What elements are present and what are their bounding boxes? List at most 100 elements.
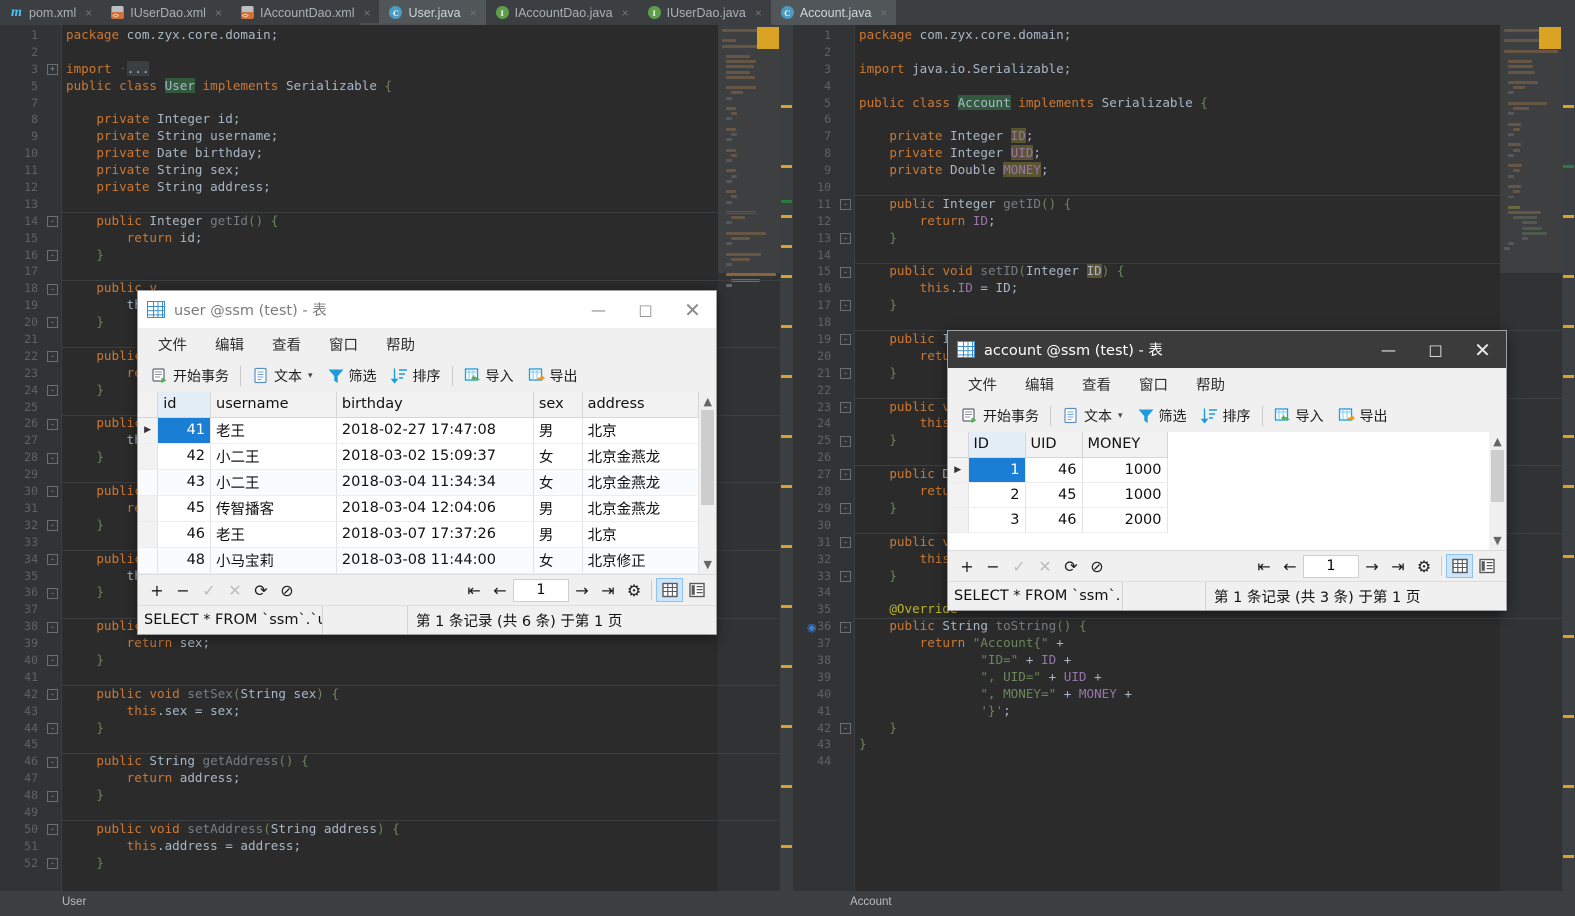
tab-close-icon[interactable]: × [755, 6, 762, 20]
code-line[interactable]: '}'; [855, 703, 1575, 720]
menu-item-4[interactable]: 帮助 [372, 334, 429, 355]
cell-username[interactable]: 传智播客 [210, 495, 337, 522]
cell-birthday[interactable]: 2018-03-07 17:37:26 [336, 521, 534, 548]
fold-collapse-icon[interactable]: - [840, 570, 851, 582]
code-line[interactable]: private Double MONEY; [855, 162, 1575, 179]
fold-collapse-icon[interactable]: - [840, 232, 851, 244]
tab-close-icon[interactable]: × [622, 6, 629, 20]
fold-collapse-icon[interactable]: - [840, 435, 851, 447]
cell-birthday[interactable]: 2018-03-04 11:34:34 [336, 469, 534, 496]
file-status-marker[interactable] [757, 27, 779, 49]
fold-expand-icon[interactable]: + [47, 63, 58, 75]
fold-collapse-icon[interactable]: - [840, 300, 851, 312]
code-line[interactable] [62, 95, 793, 112]
fold-collapse-icon[interactable]: - [47, 418, 58, 430]
column-header-id[interactable]: id [157, 392, 212, 418]
scroll-marker[interactable] [781, 325, 792, 328]
code-line[interactable]: } [62, 855, 793, 872]
chevron-down-icon[interactable]: ▾ [1118, 411, 1123, 421]
grid-view-toggle[interactable] [1446, 554, 1473, 578]
row-marker[interactable] [138, 443, 159, 470]
toolbar-filter[interactable]: 筛选 [1130, 406, 1194, 426]
editor-tab-user-java[interactable]: C User.java × [379, 0, 486, 25]
column-header-username[interactable]: username [210, 392, 337, 418]
tab-close-icon[interactable]: × [363, 6, 370, 20]
row-marker[interactable] [948, 507, 969, 533]
code-line[interactable]: public String toString() { [855, 618, 1575, 635]
scroll-marker[interactable] [1563, 435, 1574, 438]
cell-id[interactable]: 45 [157, 495, 212, 522]
code-line[interactable]: } [62, 720, 793, 737]
table-row[interactable]: 2 45 1000 [948, 482, 1168, 508]
grid-view-toggle[interactable] [656, 578, 683, 602]
window-controls-user[interactable]: — □ ✕ [575, 291, 716, 328]
code-line[interactable]: import java.io.Serializable; [855, 61, 1575, 78]
breadcrumb-user[interactable]: User [62, 896, 86, 908]
cell-ID[interactable]: 1 [968, 457, 1026, 483]
scroll-down-arrow[interactable]: ▼ [703, 558, 711, 571]
scroll-marker[interactable] [781, 165, 792, 168]
fold-collapse-icon[interactable]: - [47, 722, 58, 734]
cell-UID[interactable]: 45 [1025, 482, 1083, 508]
row-marker[interactable] [138, 521, 159, 548]
menu-item-0[interactable]: 文件 [144, 334, 201, 355]
cell-sex[interactable]: 女 [533, 443, 583, 470]
last-page-button[interactable]: ⇥ [1385, 557, 1411, 576]
row-marker[interactable] [138, 547, 159, 574]
fold-collapse-icon[interactable]: - [47, 249, 58, 261]
cell-ID[interactable]: 2 [968, 482, 1026, 508]
cell-birthday[interactable]: 2018-02-27 17:47:08 [336, 417, 534, 444]
fold-collapse-icon[interactable]: - [840, 722, 851, 734]
scroll-marker-modified[interactable] [1563, 165, 1574, 168]
scroll-marker[interactable] [781, 605, 792, 608]
fold-collapse-icon[interactable]: - [47, 621, 58, 633]
toolbar-text[interactable]: 文本 ▾ [1055, 406, 1130, 426]
scroll-up-arrow[interactable]: ▲ [1493, 435, 1501, 448]
code-line[interactable]: ", UID=" + UID + [855, 669, 1575, 686]
code-minimap-left[interactable] [718, 25, 780, 891]
row-marker[interactable]: ▶ [948, 457, 969, 483]
toolbar-account[interactable]: 开始事务 文本 ▾ 筛选 排序 导入 导出 [948, 400, 1506, 432]
toolbar-sort[interactable]: 排序 [1194, 406, 1258, 426]
scroll-marker-modified[interactable] [781, 200, 792, 203]
code-line[interactable]: } [855, 230, 1575, 247]
maximize-button-user[interactable]: □ [622, 291, 669, 328]
menu-item-4[interactable]: 帮助 [1182, 374, 1239, 395]
code-line[interactable] [62, 736, 793, 753]
fold-collapse-icon[interactable]: - [47, 351, 58, 363]
code-line[interactable]: } [855, 736, 1575, 753]
navicat-window-account[interactable]: account @ssm (test) - 表 — □ ✕ 文件 编辑 查看 窗口 帮助… [947, 330, 1507, 611]
tab-close-icon[interactable]: × [85, 6, 92, 20]
next-page-button[interactable]: → [1359, 557, 1385, 576]
code-line[interactable] [62, 669, 793, 686]
cell-id[interactable]: 46 [157, 521, 212, 548]
minimize-button-user[interactable]: — [575, 291, 622, 328]
code-line[interactable] [62, 804, 793, 821]
column-header-MONEY[interactable]: MONEY [1082, 432, 1168, 458]
cell-birthday[interactable]: 2018-03-08 11:44:00 [336, 547, 534, 574]
menu-item-2[interactable]: 查看 [258, 334, 315, 355]
grid-settings-button[interactable]: ⚙ [1411, 557, 1437, 576]
fold-collapse-icon[interactable]: - [840, 621, 851, 633]
fold-collapse-icon[interactable]: - [840, 266, 851, 278]
code-line[interactable]: } [855, 720, 1575, 737]
first-page-button[interactable]: ⇤ [461, 581, 487, 600]
fold-collapse-icon[interactable]: - [47, 486, 58, 498]
toolbar-import[interactable]: 导入 [457, 366, 521, 386]
fold-collapse-icon[interactable]: - [47, 553, 58, 565]
breadcrumb-account[interactable]: Account [850, 896, 892, 908]
cell-id[interactable]: 41 [157, 417, 212, 444]
code-line[interactable] [855, 247, 1575, 264]
form-view-toggle[interactable] [683, 578, 710, 602]
fold-collapse-icon[interactable]: - [47, 824, 58, 836]
data-grid-user[interactable]: id username birthday sex address ▶ 41 老王 2018-0… [138, 392, 716, 574]
code-line[interactable]: public class Account implements Serializ… [855, 94, 1575, 112]
code-line[interactable] [855, 111, 1575, 128]
code-line[interactable]: import ·... [62, 60, 793, 78]
table-row[interactable]: 42 小二王 2018-03-02 15:09:37 女北京金燕龙 [138, 443, 700, 470]
scroll-marker[interactable] [781, 485, 792, 488]
scroll-marker[interactable] [781, 845, 792, 848]
scroll-marker[interactable] [781, 665, 792, 668]
fold-collapse-icon[interactable]: - [47, 452, 58, 464]
delete-record-button[interactable]: − [980, 557, 1006, 576]
